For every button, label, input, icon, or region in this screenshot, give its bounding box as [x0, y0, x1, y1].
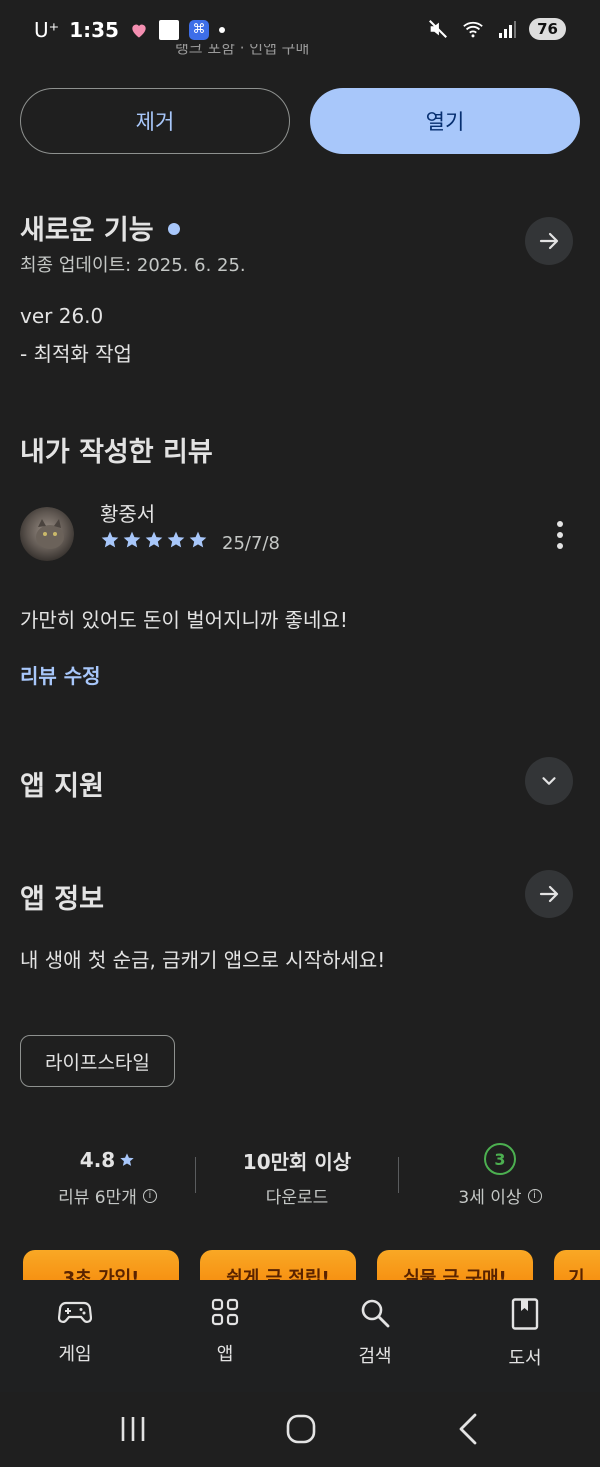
- star-icon: [123, 531, 141, 548]
- nav-item-books[interactable]: 도서: [450, 1280, 600, 1392]
- nav-item-games[interactable]: 게임: [0, 1280, 150, 1392]
- book-icon: [511, 1298, 539, 1330]
- app-support-expand-button[interactable]: [525, 757, 573, 805]
- version-text: ver 26.0: [20, 304, 104, 328]
- battery-indicator: 76: [529, 18, 566, 40]
- nav-label-books: 도서: [508, 1348, 542, 1369]
- carrier-label: U⁺: [34, 18, 60, 42]
- rating-value: 4.8: [79, 1148, 116, 1172]
- recents-icon[interactable]: [118, 1414, 148, 1444]
- whats-new-title-text: 새로운 기능: [20, 215, 154, 246]
- downloads-label: 다운로드: [265, 1188, 329, 1208]
- last-updated: 최종 업데이트: 2025. 6. 25.: [20, 255, 246, 276]
- reviewer-name: 황중서: [100, 502, 156, 526]
- open-button[interactable]: 열기: [310, 88, 580, 154]
- star-icon: [101, 531, 119, 548]
- home-icon[interactable]: [285, 1413, 317, 1445]
- category-chip[interactable]: 라이프스타일: [20, 1035, 175, 1087]
- review-date: 25/7/8: [222, 533, 280, 554]
- age-badge-row: 3: [400, 1141, 600, 1177]
- app-info-arrow-button[interactable]: [525, 870, 573, 918]
- nav-label-apps: 앱: [216, 1344, 234, 1365]
- bottom-navigation: 게임 앱 검색 도서: [0, 1280, 600, 1392]
- heart-icon: [132, 24, 146, 38]
- nav-label-search: 검색: [358, 1346, 392, 1367]
- my-review-title: 내가 작성한 리뷰: [20, 437, 213, 468]
- age-rating-badge: 3: [484, 1143, 516, 1175]
- app-info-title: 앱 정보: [20, 884, 104, 915]
- review-text: 가만히 있어도 돈이 벌어지니까 좋네요!: [20, 608, 348, 632]
- whats-new-arrow-button[interactable]: [525, 217, 573, 265]
- more-dot: [557, 521, 563, 527]
- more-dot: [557, 532, 563, 538]
- app-support-title: 앱 지원: [20, 771, 104, 802]
- age-rating-stat: 3 3세 이상 i: [400, 1143, 600, 1208]
- rating-value-row: 4.8: [20, 1145, 195, 1175]
- stat-divider: [398, 1157, 399, 1193]
- edit-review-link[interactable]: 리뷰 수정: [20, 660, 101, 689]
- info-icon[interactable]: i: [142, 1188, 157, 1203]
- info-icon[interactable]: i: [527, 1188, 542, 1203]
- remove-button[interactable]: 제거: [20, 88, 290, 154]
- whats-new-title: 새로운 기능: [20, 208, 180, 247]
- search-icon: [361, 1299, 390, 1328]
- gamepad-icon: [58, 1301, 92, 1323]
- mute-icon: [429, 20, 448, 38]
- play-store-app-page: U⁺ 1:35 ⌘ 76 랭크 포함 · 인앱 구매 제거 열기 새로운 기능 …: [0, 0, 600, 1467]
- rating-stat: 4.8 리뷰 6만개 i: [20, 1145, 195, 1208]
- clock: 1:35: [69, 18, 119, 42]
- review-more-options-button[interactable]: [548, 518, 572, 552]
- age-label: 3세 이상: [458, 1188, 522, 1208]
- rating-label-row: 리뷰 6만개 i: [20, 1183, 195, 1208]
- star-icon: [189, 531, 207, 548]
- signal-icon: [499, 21, 517, 38]
- review-rating: [100, 530, 208, 550]
- nav-item-search[interactable]: 검색: [300, 1280, 450, 1392]
- header-peek-text: 랭크 포함 · 인앱 구매: [175, 44, 310, 57]
- status-bar-right: 76: [427, 18, 566, 40]
- app-description: 내 생애 첫 순금, 금캐기 앱으로 시작하세요!: [20, 948, 386, 972]
- star-icon: [167, 531, 185, 548]
- apps-icon: [211, 1298, 239, 1326]
- notification-dot-icon: [218, 27, 225, 33]
- new-indicator-dot: [167, 222, 180, 235]
- chevron-down-icon: [542, 777, 556, 785]
- back-icon[interactable]: [456, 1412, 480, 1446]
- more-dot: [557, 543, 563, 549]
- shortcut-icon: ⌘: [188, 20, 209, 40]
- star-icon: [145, 531, 163, 548]
- status-bar-left: U⁺ 1:35 ⌘: [34, 18, 225, 42]
- nav-item-apps[interactable]: 앱: [150, 1280, 300, 1392]
- nav-label-games: 게임: [58, 1344, 92, 1365]
- star-icon: [120, 1153, 134, 1166]
- arrow-right-icon: [539, 885, 559, 903]
- rating-label: 리뷰 6만개: [58, 1188, 137, 1208]
- downloads-value: 10만회 이상: [242, 1149, 352, 1174]
- wifi-icon: [463, 21, 483, 38]
- release-notes: - 최적화 작업: [20, 342, 132, 366]
- arrow-right-icon: [539, 232, 559, 250]
- age-label-row: 3세 이상 i: [400, 1183, 600, 1208]
- avatar: [20, 507, 74, 561]
- note-icon: [158, 20, 179, 40]
- system-navigation-bar: [0, 1392, 600, 1467]
- downloads-stat: 10만회 이상 다운로드: [196, 1145, 398, 1209]
